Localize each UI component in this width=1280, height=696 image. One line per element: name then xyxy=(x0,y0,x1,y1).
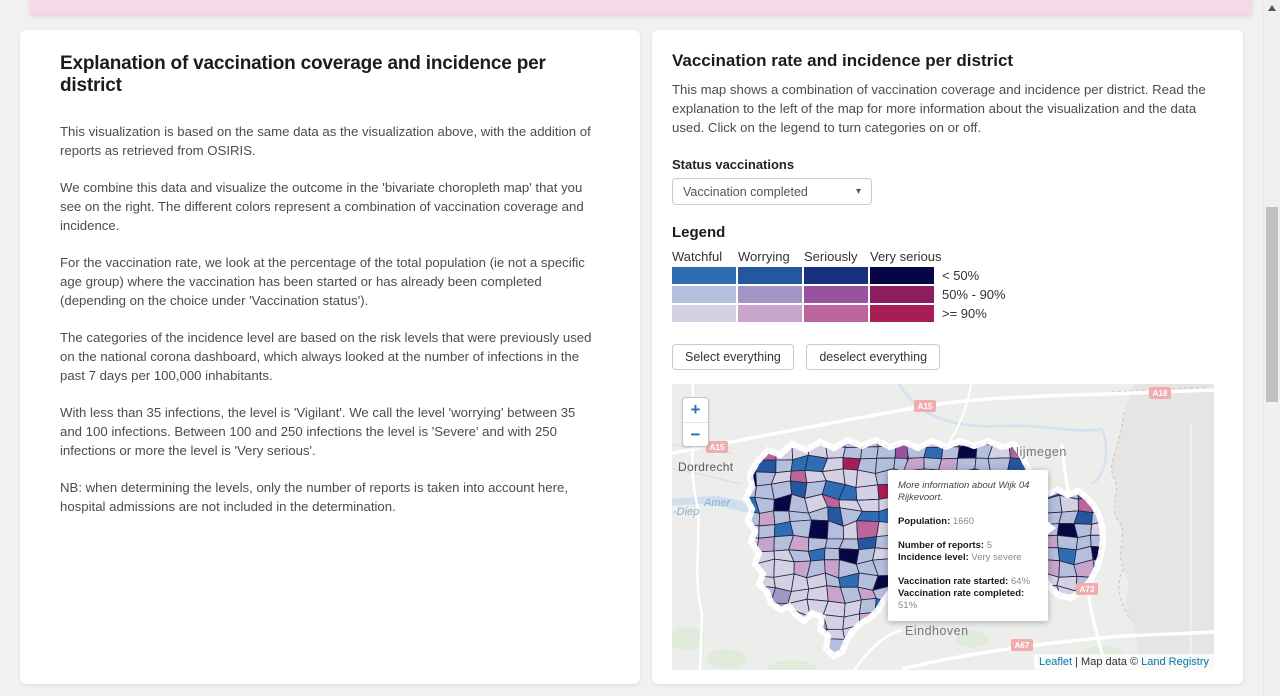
water-label-amer: Amer xyxy=(703,497,732,509)
city-label-dordrecht: Dordrecht xyxy=(678,460,734,474)
legend-column-headers: WatchfulWorryingSeriouslyVery serious xyxy=(672,249,936,264)
tile-seam xyxy=(1190,424,1192,670)
legend-row: < 50% xyxy=(672,267,1006,284)
map[interactable]: A15 A15 A18 A73 A67 Dordrecht Nijmegen E… xyxy=(672,384,1214,670)
legend-row-label: 50% - 90% xyxy=(942,286,1006,303)
legend-column-very-serious: Very serious xyxy=(870,249,936,264)
city-label-nijmegen: Nijmegen xyxy=(1010,445,1067,459)
svg-text:A67: A67 xyxy=(1015,641,1030,650)
legend-column-worrying: Worrying xyxy=(738,249,804,264)
legend-grid: < 50% 50% - 90% >= 90% xyxy=(672,267,1006,324)
deselect-everything-button[interactable]: deselect everything xyxy=(806,344,940,370)
map-panel-description: This map shows a combination of vaccinat… xyxy=(672,80,1214,137)
chevron-down-icon: ▾ xyxy=(856,186,861,197)
legend-cell[interactable] xyxy=(804,305,868,322)
legend-cell[interactable] xyxy=(870,267,934,284)
legend-cell[interactable] xyxy=(672,305,736,322)
legend-column-seriously: Seriously xyxy=(804,249,870,264)
notification-banner xyxy=(30,0,1252,14)
explanation-paragraph: This visualization is based on the same … xyxy=(60,122,600,160)
explanation-paragraph: For the vaccination rate, we look at the… xyxy=(60,253,600,310)
road-badge-a73: A73 xyxy=(1076,583,1098,595)
explanation-title: Explanation of vaccination coverage and … xyxy=(60,53,600,97)
map-tooltip: More information about Wijk 04 Rijkevoor… xyxy=(888,470,1048,621)
explanation-paragraph: NB: when determining the levels, only th… xyxy=(60,478,600,516)
water-label-diep: -Diep xyxy=(673,506,699,518)
road-badge-a67: A67 xyxy=(1011,639,1033,651)
legend-cell[interactable] xyxy=(804,286,868,303)
legend-cell[interactable] xyxy=(738,267,802,284)
road-badge-a15-mid: A15 xyxy=(914,400,936,412)
legend-cell[interactable] xyxy=(870,286,934,303)
explanation-paragraph: We combine this data and visualize the o… xyxy=(60,178,600,235)
legend-buttons: Select everything deselect everything xyxy=(672,344,948,370)
svg-text:A15: A15 xyxy=(918,402,933,411)
map-zoom-control: + − xyxy=(682,397,709,447)
scroll-up-arrow-icon[interactable] xyxy=(1268,5,1276,11)
map-panel: Vaccination rate and incidence per distr… xyxy=(652,30,1243,684)
tooltip-incidence: Incidence level: Very severe xyxy=(898,552,1038,564)
status-vaccinations-value: Vaccination completed xyxy=(683,185,808,199)
tooltip-reports: Number of reports: 5 xyxy=(898,540,1038,552)
legend-row-label: >= 90% xyxy=(942,305,987,322)
legend-row-label: < 50% xyxy=(942,267,979,284)
legend-cell[interactable] xyxy=(672,267,736,284)
map-panel-title: Vaccination rate and incidence per distr… xyxy=(672,51,1013,71)
explanation-paragraph: The categories of the incidence level ar… xyxy=(60,328,600,385)
legend-cell[interactable] xyxy=(738,305,802,322)
status-vaccinations-label: Status vaccinations xyxy=(672,157,794,172)
zoom-in-button[interactable]: + xyxy=(683,398,708,422)
legend-column-watchful: Watchful xyxy=(672,249,738,264)
tooltip-title: More information about Wijk 04 Rijkevoor… xyxy=(898,480,1038,504)
legend-cell[interactable] xyxy=(804,267,868,284)
legend-title: Legend xyxy=(672,224,725,241)
svg-text:A18: A18 xyxy=(1153,389,1168,398)
legend-row: >= 90% xyxy=(672,305,1006,322)
road-badge-a15-west: A15 xyxy=(706,441,728,453)
svg-text:A73: A73 xyxy=(1080,585,1095,594)
legend-cell[interactable] xyxy=(672,286,736,303)
attribution-text: | Map data © xyxy=(1072,656,1141,668)
legend-cell[interactable] xyxy=(738,286,802,303)
tooltip-rate-started: Vaccination rate started: 64% xyxy=(898,576,1038,588)
land-registry-link[interactable]: Land Registry xyxy=(1141,656,1209,668)
road-badge-a18: A18 xyxy=(1149,387,1171,399)
tooltip-rate-completed: Vaccination rate completed: 51% xyxy=(898,588,1038,612)
legend-row: 50% - 90% xyxy=(672,286,1006,303)
scrollbar[interactable] xyxy=(1263,0,1280,696)
legend-cell[interactable] xyxy=(870,305,934,322)
tooltip-arrow xyxy=(1047,521,1056,535)
tooltip-population: Population: 1660 xyxy=(898,516,1038,528)
explanation-panel: Explanation of vaccination coverage and … xyxy=(20,30,640,684)
explanation-paragraph: With less than 35 infections, the level … xyxy=(60,403,600,460)
map-attribution: Leaflet | Map data © Land Registry xyxy=(1034,654,1214,670)
scrollbar-thumb[interactable] xyxy=(1266,207,1278,402)
city-label-eindhoven: Eindhoven xyxy=(905,624,969,638)
zoom-out-button[interactable]: − xyxy=(683,422,708,446)
status-vaccinations-select[interactable]: Vaccination completed ▾ xyxy=(672,178,872,205)
leaflet-link[interactable]: Leaflet xyxy=(1039,656,1072,668)
select-everything-button[interactable]: Select everything xyxy=(672,344,794,370)
svg-text:A15: A15 xyxy=(710,443,725,452)
